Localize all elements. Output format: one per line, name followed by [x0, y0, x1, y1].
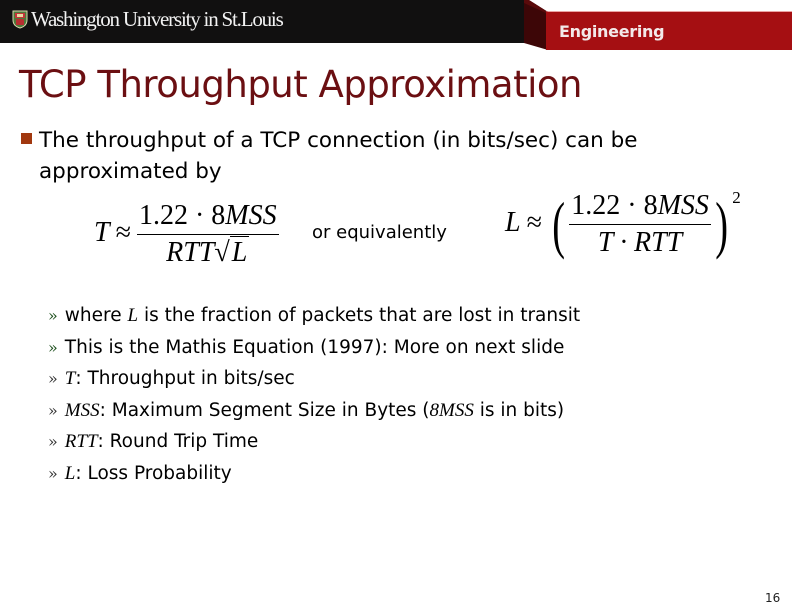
page-number: 16: [765, 591, 781, 605]
math-var: RTT: [64, 431, 98, 452]
formula1-num-const: 1.22 · 8: [138, 200, 226, 231]
connector-text: or equivalently: [312, 222, 447, 243]
chevron-bullet-icon: »: [48, 337, 58, 357]
main-bullet-text: The throughput of a TCP connection (in b…: [39, 128, 638, 184]
formula2-num-const: 1.22 · 8: [571, 190, 658, 221]
formula1-lhs: T: [94, 216, 110, 248]
definitions-list: » where L is the fraction of packets that…: [48, 304, 580, 493]
chevron-bullet-icon: »: [48, 400, 58, 420]
sqrt-symbol: √: [214, 237, 230, 268]
item-text: : Loss Probability: [75, 462, 232, 484]
item-text: This is the Mathis Equation (1997): More…: [64, 336, 565, 358]
formula1-approx: ≈: [115, 216, 131, 248]
list-item: » where L is the fraction of packets that…: [48, 304, 580, 336]
math-var: T: [64, 368, 76, 389]
formula2-denominator: T · RTT: [597, 227, 683, 258]
loss-formula: L ≈ ( 1.22 · 8MSS T · RTT ) 2: [505, 188, 741, 260]
formula2-exponent: 2: [732, 188, 741, 207]
item-text: is in bits): [473, 399, 565, 421]
main-bullet: The throughput of a TCP connection (in b…: [21, 125, 781, 187]
item-text: : Maximum Segment Size in Bytes (: [99, 399, 430, 421]
math-var: L: [64, 462, 76, 484]
formula2-approx: ≈: [526, 206, 542, 238]
header-fold-shadow: [524, 0, 548, 50]
slide-title: TCP Throughput Approximation: [19, 63, 582, 106]
formula1-sqrt-var: L: [229, 236, 250, 268]
formula2-num-var: MSS: [657, 190, 709, 221]
formula1-denominator: RTT√L: [166, 235, 250, 269]
right-paren: ): [715, 188, 728, 260]
chevron-bullet-icon: »: [48, 306, 58, 325]
list-item: » L: Loss Probability: [48, 462, 580, 494]
chevron-bullet-icon: »: [48, 432, 58, 451]
formula1-num-var: MSS: [225, 200, 277, 231]
math-var: L: [127, 305, 139, 326]
item-text: where: [64, 305, 128, 326]
university-name: Washington University in St.Louis: [31, 7, 284, 31]
math-var: 8MSS: [429, 399, 474, 421]
throughput-formula: T ≈ 1.22 · 8MSS RTT√L: [94, 200, 279, 269]
formula2-numerator: 1.22 · 8MSS: [569, 190, 711, 225]
item-text: is the fraction of packets that are lost…: [138, 305, 581, 326]
list-item: » This is the Mathis Equation (1997): Mor…: [48, 336, 580, 368]
university-shield-icon: [12, 10, 28, 29]
list-item: » T: Throughput in bits/sec: [48, 367, 580, 399]
bullet-square-icon: [21, 133, 32, 144]
list-item: » MSS: Maximum Segment Size in Bytes (8MS…: [48, 399, 580, 431]
item-text: : Throughput in bits/sec: [75, 368, 295, 389]
math-var: MSS: [64, 399, 100, 421]
formula1-numerator: 1.22 · 8MSS: [136, 200, 279, 235]
school-name: Engineering: [559, 22, 665, 41]
university-logo[interactable]: Washington University in St.Louis: [12, 7, 284, 31]
formula2-fraction: 1.22 · 8MSS T · RTT: [569, 190, 711, 259]
list-item: » RTT: Round Trip Time: [48, 430, 580, 462]
chevron-bullet-icon: »: [48, 369, 58, 388]
formula1-fraction: 1.22 · 8MSS RTT√L: [136, 200, 279, 269]
item-text: : Round Trip Time: [97, 431, 259, 452]
chevron-bullet-icon: »: [48, 463, 58, 483]
formula1-den-var: RTT: [166, 237, 215, 268]
left-paren: (: [552, 188, 566, 260]
formula2-lhs: L: [505, 206, 521, 238]
